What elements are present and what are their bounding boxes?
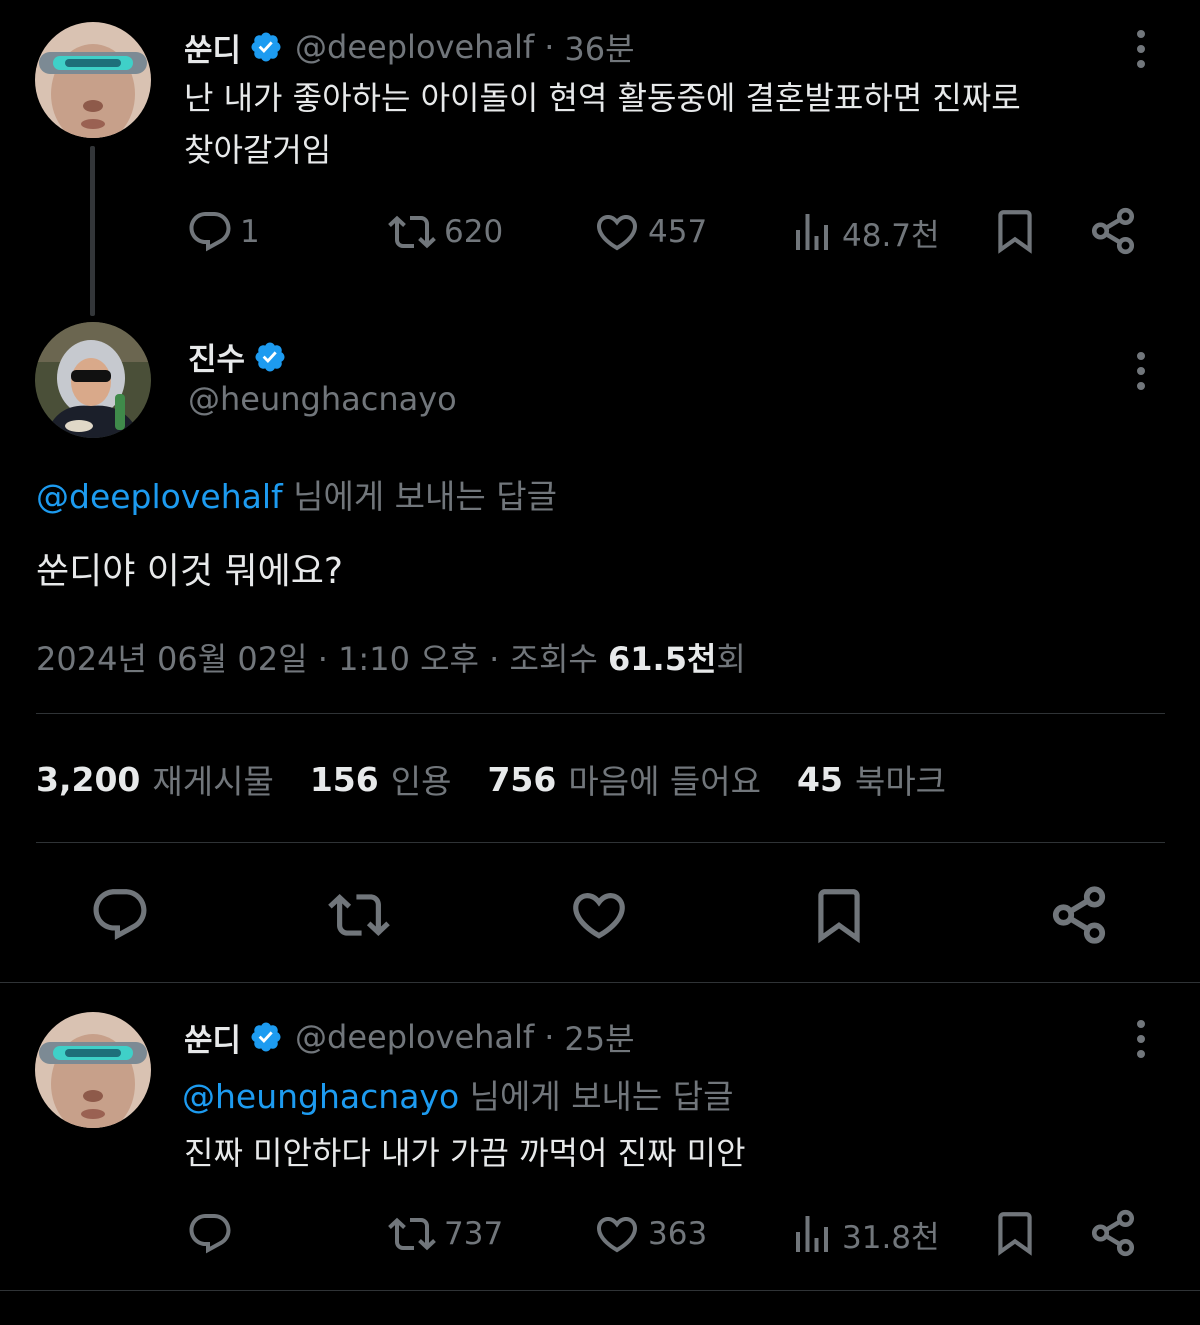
retweet-button[interactable]: 620 — [386, 208, 503, 256]
share-button[interactable] — [1048, 884, 1110, 946]
bookmark-icon — [990, 1208, 1040, 1258]
tweet-text: 쑨디야 이것 뭐에요? — [36, 551, 343, 592]
bookmarks-stat-label[interactable]: 북마크 — [855, 755, 946, 803]
divider — [0, 982, 1200, 983]
retweet-button[interactable]: 737 — [386, 1210, 503, 1258]
username-handle[interactable]: @deeplovehalf — [295, 28, 534, 66]
like-count: 457 — [648, 214, 708, 250]
tweet-date[interactable]: 2024년 06월 02일 — [36, 640, 308, 678]
like-icon — [568, 884, 630, 946]
divider — [36, 842, 1165, 843]
quotes-stat-label[interactable]: 인용 — [391, 755, 452, 803]
retweet-icon — [386, 1210, 438, 1258]
username-handle[interactable]: @heunghacnayo — [188, 380, 457, 418]
separator-dot: · — [544, 28, 555, 66]
avatar[interactable] — [35, 1012, 151, 1128]
display-name[interactable]: 쑨디 — [184, 25, 241, 70]
retweet-count: 737 — [444, 1216, 504, 1252]
like-icon — [592, 1210, 642, 1258]
tweet-header: 쑨디 @deeplovehalf · 36분 — [184, 24, 635, 70]
thread-connector-line — [90, 146, 95, 316]
bookmark-button[interactable] — [990, 1208, 1040, 1258]
username-handle[interactable]: @deeplovehalf — [295, 1018, 534, 1056]
tweet-text: 난 내가 좋아하는 아이돌이 현역 활동중에 결혼발표하면 진짜로 찾아갈거임 — [184, 72, 1144, 176]
timestamp[interactable]: 25분 — [564, 1014, 634, 1060]
verified-badge-icon — [249, 1020, 283, 1054]
tweet-text: 진짜 미안하다 내가 가끔 까먹어 진짜 미안 — [184, 1134, 746, 1172]
bookmark-button[interactable] — [808, 884, 870, 946]
reply-icon — [89, 884, 151, 946]
tweet-metadata: 2024년 06월 02일 · 1:10 오후 · 조회수 61.5천회 — [36, 634, 746, 680]
share-icon — [1048, 884, 1110, 946]
share-icon — [1088, 206, 1138, 256]
more-icon[interactable] — [1135, 352, 1147, 390]
separator-dot: · — [489, 640, 500, 678]
bookmark-icon — [808, 884, 870, 946]
views-button[interactable]: 31.8천 — [788, 1210, 940, 1258]
tweet-text-line: 난 내가 좋아하는 아이돌이 현역 활동중에 결혼발표하면 진짜로 — [184, 79, 1021, 117]
timestamp[interactable]: 36분 — [564, 24, 634, 70]
views-icon — [788, 1210, 836, 1258]
share-button[interactable] — [1088, 206, 1138, 256]
main-tweet-name-row: 진수 — [188, 334, 287, 379]
views-icon — [788, 208, 836, 256]
retweet-icon — [386, 208, 438, 256]
more-icon[interactable] — [1135, 30, 1147, 68]
share-icon — [1088, 1208, 1138, 1258]
reply-context-label: 님에게 보내는 답글 — [459, 1077, 734, 1116]
reply-context: @deeplovehalf 님에게 보내는 답글 — [36, 470, 557, 518]
views-suffix: 회 — [716, 640, 746, 678]
reply-button[interactable]: 1 — [186, 208, 260, 256]
reply-button[interactable] — [186, 1210, 240, 1258]
tweet-text-line: 찾아갈거임 — [184, 131, 332, 169]
avatar-image — [35, 22, 151, 138]
verified-badge-icon — [253, 340, 287, 374]
retweet-count: 620 — [444, 214, 504, 250]
divider — [36, 713, 1165, 714]
display-name[interactable]: 쑨디 — [184, 1015, 241, 1060]
views-count: 48.7천 — [842, 217, 940, 254]
avatar-image — [35, 1012, 151, 1128]
like-button[interactable] — [568, 884, 630, 946]
like-icon — [592, 208, 642, 256]
retweet-button[interactable] — [326, 884, 392, 946]
engagement-stats: 3,200 재게시물 156 인용 756 마음에 들어요 45 북마크 — [36, 755, 982, 803]
reply-count: 1 — [240, 214, 260, 250]
views-count: 61.5천 — [608, 640, 717, 678]
avatar[interactable] — [35, 22, 151, 138]
divider — [0, 1290, 1200, 1291]
reply-context: @heunghacnayo 님에게 보내는 답글 — [182, 1070, 734, 1118]
like-button[interactable]: 457 — [592, 208, 707, 256]
more-icon[interactable] — [1135, 1020, 1147, 1058]
reply-context-label: 님에게 보내는 답글 — [282, 477, 557, 516]
tweet-header: 쑨디 @deeplovehalf · 25분 — [184, 1014, 635, 1060]
display-name[interactable]: 진수 — [188, 334, 245, 379]
views-count: 31.8천 — [842, 1219, 940, 1256]
reply-icon — [186, 208, 234, 256]
reply-icon — [186, 1210, 234, 1258]
like-button[interactable]: 363 — [592, 1210, 707, 1258]
separator-dot: · — [544, 1018, 555, 1056]
like-count: 363 — [648, 1216, 708, 1252]
likes-stat-count[interactable]: 756 — [487, 760, 556, 799]
bookmark-button[interactable] — [990, 206, 1040, 256]
separator-dot: · — [317, 640, 328, 678]
verified-badge-icon — [249, 30, 283, 64]
mention-link[interactable]: @heunghacnayo — [182, 1077, 459, 1116]
avatar-image — [35, 322, 151, 438]
quotes-stat-count[interactable]: 156 — [310, 760, 379, 799]
share-button[interactable] — [1088, 1208, 1138, 1258]
likes-stat-label[interactable]: 마음에 들어요 — [568, 755, 761, 803]
retweets-stat-label[interactable]: 재게시물 — [152, 755, 273, 803]
avatar[interactable] — [35, 322, 151, 438]
retweets-stat-count[interactable]: 3,200 — [36, 760, 140, 799]
bookmarks-stat-count[interactable]: 45 — [797, 760, 843, 799]
views-label: 조회수 — [509, 640, 608, 678]
mention-link[interactable]: @deeplovehalf — [36, 477, 283, 516]
views-button[interactable]: 48.7천 — [788, 208, 940, 256]
reply-button[interactable] — [89, 884, 151, 946]
tweet-time[interactable]: 1:10 오후 — [338, 640, 479, 678]
retweet-icon — [326, 884, 392, 946]
bookmark-icon — [990, 206, 1040, 256]
